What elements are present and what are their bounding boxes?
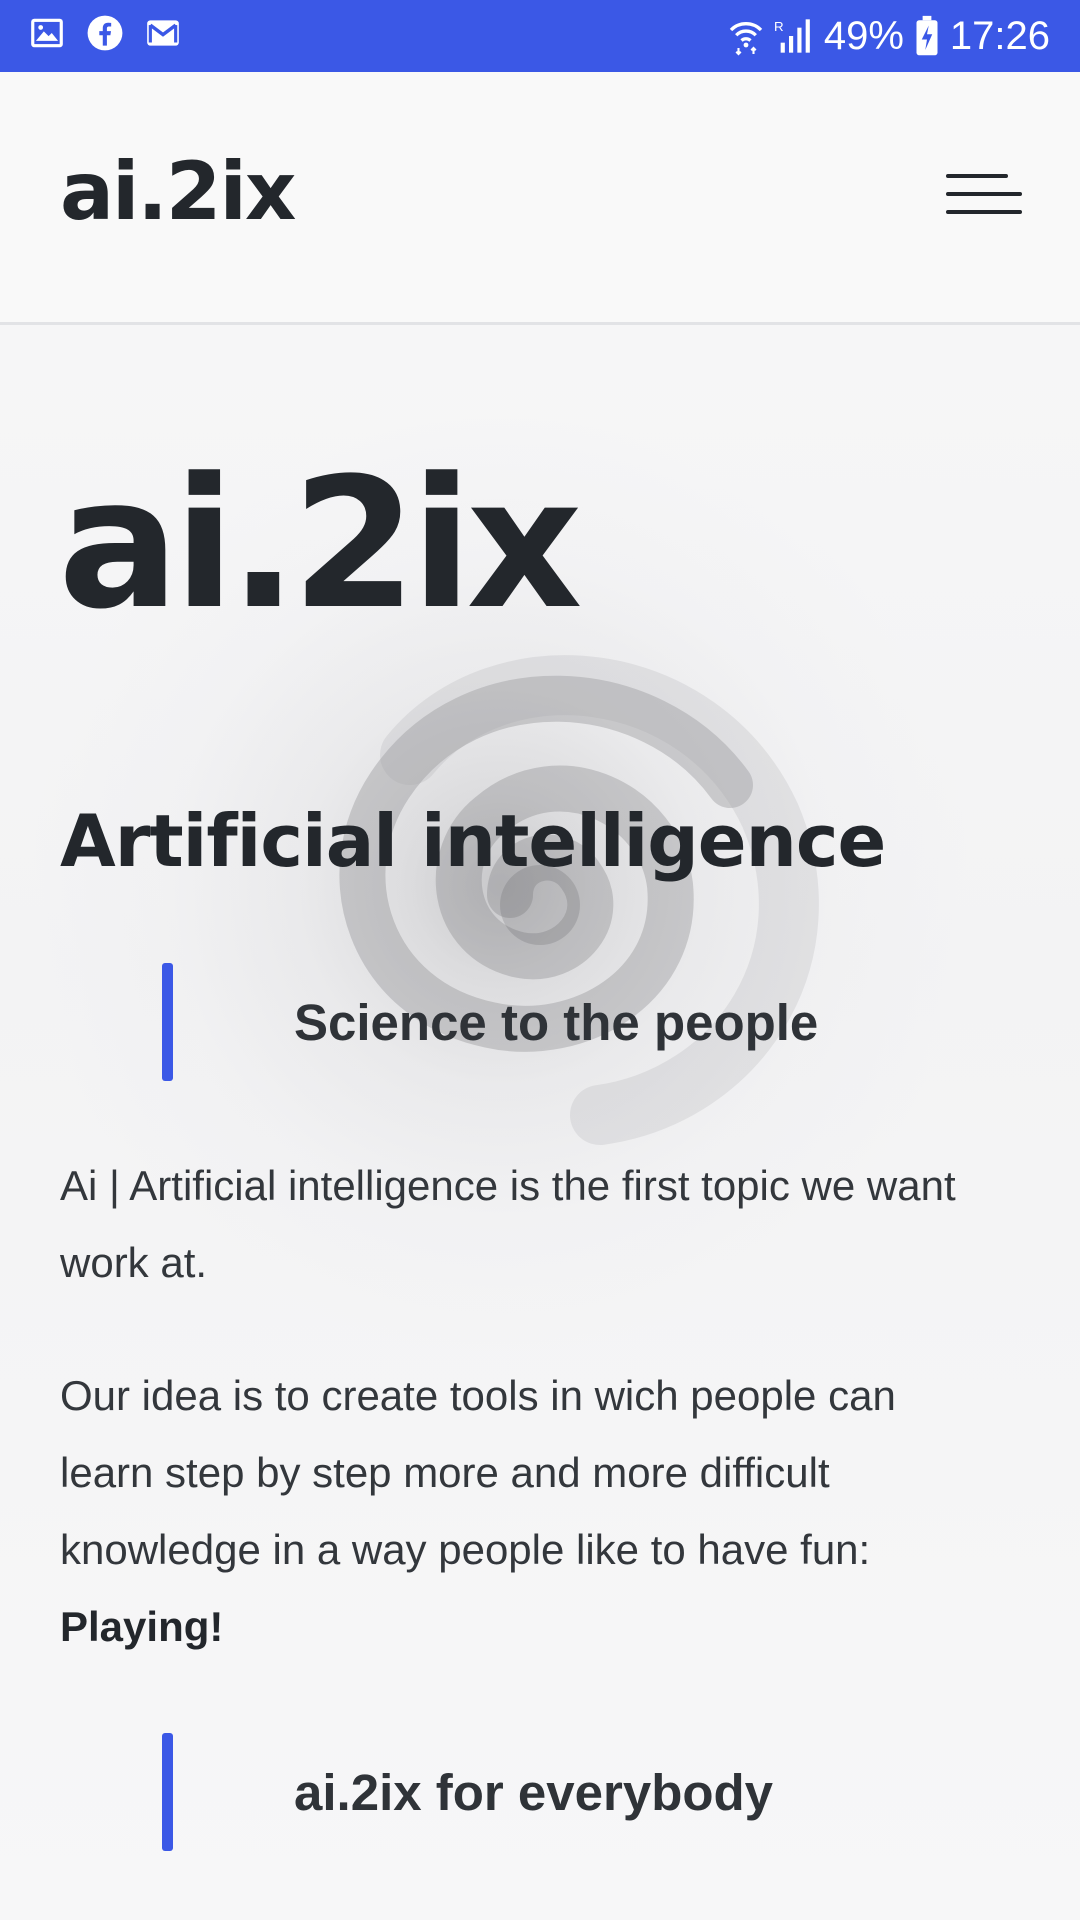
status-bar: R 49% 17:26: [0, 0, 1080, 72]
status-notification-icons: [28, 14, 182, 52]
svg-text:R: R: [774, 19, 784, 34]
idea-paragraph: Our idea is to create tools in wich peop…: [60, 1357, 980, 1665]
playing-emphasis: Playing!: [60, 1603, 224, 1650]
gmail-icon: [147, 20, 179, 46]
status-system-area: R 49% 17:26: [728, 0, 1050, 72]
idea-paragraph-text: Our idea is to create tools in wich peop…: [60, 1372, 896, 1573]
menu-button[interactable]: [946, 172, 1022, 218]
facebook-icon: [87, 15, 123, 51]
battery-charging-icon: [916, 15, 938, 56]
quote-accent-bar: [162, 963, 173, 1081]
hero-section: ai.2ix Artificial intelligence Science t…: [0, 325, 1080, 1920]
section-heading: Artificial intelligence: [60, 799, 886, 883]
signal-icon: R: [774, 19, 810, 53]
quote-accent-bar: [162, 1733, 173, 1851]
hamburger-menu-icon: [946, 174, 1008, 178]
quote-text: ai.2ix for everybody: [294, 1763, 774, 1821]
status-time: 17:26: [949, 13, 1050, 58]
quote-text: Science to the people: [294, 993, 819, 1051]
site-header: ai.2ix: [0, 72, 1080, 325]
blockquote-everybody: ai.2ix for everybody: [162, 1733, 1022, 1851]
site-logo[interactable]: ai.2ix: [60, 152, 296, 232]
wifi-icon: [729, 22, 763, 56]
hero-title: ai.2ix: [58, 440, 583, 649]
image-icon: [31, 18, 63, 48]
blockquote-science: Science to the people: [162, 963, 1022, 1081]
intro-paragraph: Ai | Artificial intelligence is the firs…: [60, 1162, 956, 1286]
battery-percentage: 49%: [823, 13, 904, 58]
